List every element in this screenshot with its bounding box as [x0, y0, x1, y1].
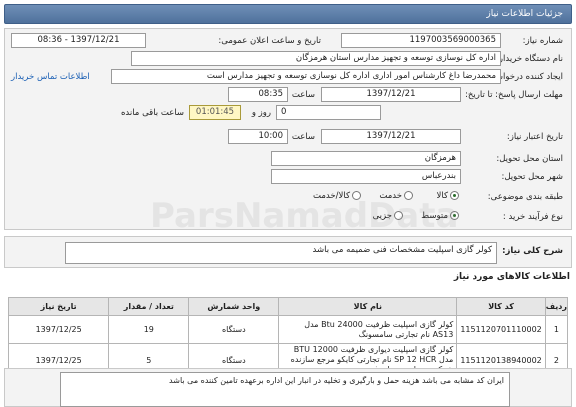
col-unit: واحد شمارش — [188, 297, 280, 316]
send-deadline-label: مهلت ارسال پاسخ: تا تاریخ: — [465, 90, 563, 100]
row-process: نوع فرآیند خرید : متوسط جزیی — [5, 209, 571, 225]
goods-table: ردیف کد کالا نام کالا واحد شمارش تعداد /… — [7, 297, 569, 377]
goods-table-header: ردیف کد کالا نام کالا واحد شمارش تعداد /… — [7, 297, 569, 316]
need-number-field: 1197003569000365 — [341, 33, 501, 48]
radio-icon — [394, 211, 403, 220]
cell-date: 1397/12/25 — [7, 315, 110, 344]
radio-icon — [352, 191, 361, 200]
province-label: استان محل تحویل: — [496, 154, 563, 164]
need-details-panel: شماره نیاز: 1197003569000365 تاریخ و ساع… — [4, 28, 572, 230]
send-time-label: ساعت — [291, 90, 315, 100]
page-title: جزئیات اطلاعات نیاز — [486, 9, 563, 19]
row-buyer-org: نام دستگاه خریدار: اداره کل نوسازی توسعه… — [5, 51, 571, 67]
process-option-minor[interactable]: جزیی — [373, 211, 403, 221]
buyer-org-label: نام دستگاه خریدار: — [496, 54, 563, 64]
need-number-label: شماره نیاز: — [522, 36, 563, 46]
table-row: 1 1151120701110002 کولر گازی اسپلیت ظرفی… — [7, 315, 569, 344]
buyer-org-field: اداره کل نوسازی توسعه و تجهیز مدارس استا… — [131, 51, 501, 66]
description-section: شرح کلی نیاز: کولر گازی اسپلیت مشخصات فن… — [4, 236, 572, 268]
description-field: کولر گازی اسپلیت مشخصات فنی ضمیمه می باش… — [65, 242, 497, 264]
cell-name: کولر گازی اسپلیت ظرفیت 24000 Btu مدل AS1… — [278, 315, 458, 344]
goods-section-title: اطلاعات کالاهای مورد نیاز — [453, 272, 570, 282]
send-time-field: 08:35 — [228, 87, 288, 102]
validity-date-field: 1397/12/21 — [321, 129, 461, 144]
category-label: طبقه بندی موضوعی: — [487, 192, 563, 202]
row-city: شهر محل تحویل: بندرعباس — [5, 169, 571, 185]
row-validity: تاریخ اعتبار نیاز: 1397/12/21 ساعت 10:00 — [5, 129, 571, 145]
city-field: بندرعباس — [271, 169, 461, 184]
row-requester: ایجاد کننده درخواست: محمدرضا داغ کارشناس… — [5, 69, 571, 85]
category-option-service[interactable]: خدمت — [379, 191, 413, 201]
cell-code: 1151120701110002 — [456, 315, 546, 344]
remaining-timer: 01:01:45 — [189, 105, 241, 120]
announce-value: 1397/12/21 - 08:36 — [11, 33, 146, 48]
row-remaining: 0 روز و 01:01:45 ساعت باقی مانده — [5, 105, 571, 121]
province-field: هرمزگان — [271, 151, 461, 166]
days-field: 0 — [276, 105, 381, 120]
radio-icon — [450, 211, 459, 220]
row-province: استان محل تحویل: هرمزگان — [5, 151, 571, 167]
radio-icon — [450, 191, 459, 200]
validity-label: تاریخ اعتبار نیاز: — [506, 132, 563, 142]
category-option-both[interactable]: کالا/خدمت — [313, 191, 361, 201]
radio-icon — [404, 191, 413, 200]
process-label: نوع فرآیند خرید : — [502, 212, 563, 222]
requester-field: محمدرضا داغ کارشناس امور اداری اداره کل … — [111, 69, 501, 84]
category-option-goods[interactable]: کالا — [437, 191, 459, 201]
col-name: نام کالا — [278, 297, 458, 316]
cell-unit: دستگاه — [188, 315, 280, 344]
col-date: تاریخ نیاز — [7, 297, 110, 316]
row-need-number: شماره نیاز: 1197003569000365 تاریخ و ساع… — [5, 33, 571, 49]
row-send-deadline: مهلت ارسال پاسخ: تا تاریخ: 1397/12/21 سا… — [5, 87, 571, 103]
cell-index: 1 — [544, 315, 569, 344]
cell-qty: 19 — [108, 315, 190, 344]
send-date-field: 1397/12/21 — [321, 87, 461, 102]
day-label: روز و — [251, 108, 271, 118]
col-qty: تعداد / مقدار — [108, 297, 190, 316]
validity-time-label: ساعت — [291, 132, 315, 142]
col-index: ردیف — [544, 297, 569, 316]
remaining-label: ساعت باقی مانده — [120, 108, 184, 118]
row-category: طبقه بندی موضوعی: کالا خدمت کالا/خدمت — [5, 189, 571, 205]
city-label: شهر محل تحویل: — [501, 172, 563, 182]
page-header: جزئیات اطلاعات نیاز — [4, 4, 572, 24]
announce-label: تاریخ و ساعت اعلان عمومی: — [218, 36, 321, 46]
description-label: شرح کلی نیاز: — [502, 246, 563, 256]
validity-time-field: 10:00 — [228, 129, 288, 144]
process-option-medium[interactable]: متوسط — [421, 211, 459, 221]
buyer-note-field: ایران کد مشابه می باشد هزینه حمل و بارگی… — [60, 372, 510, 407]
contact-link[interactable]: اطلاعات تماس خریدار — [11, 72, 90, 82]
col-code: کد کالا — [456, 297, 546, 316]
